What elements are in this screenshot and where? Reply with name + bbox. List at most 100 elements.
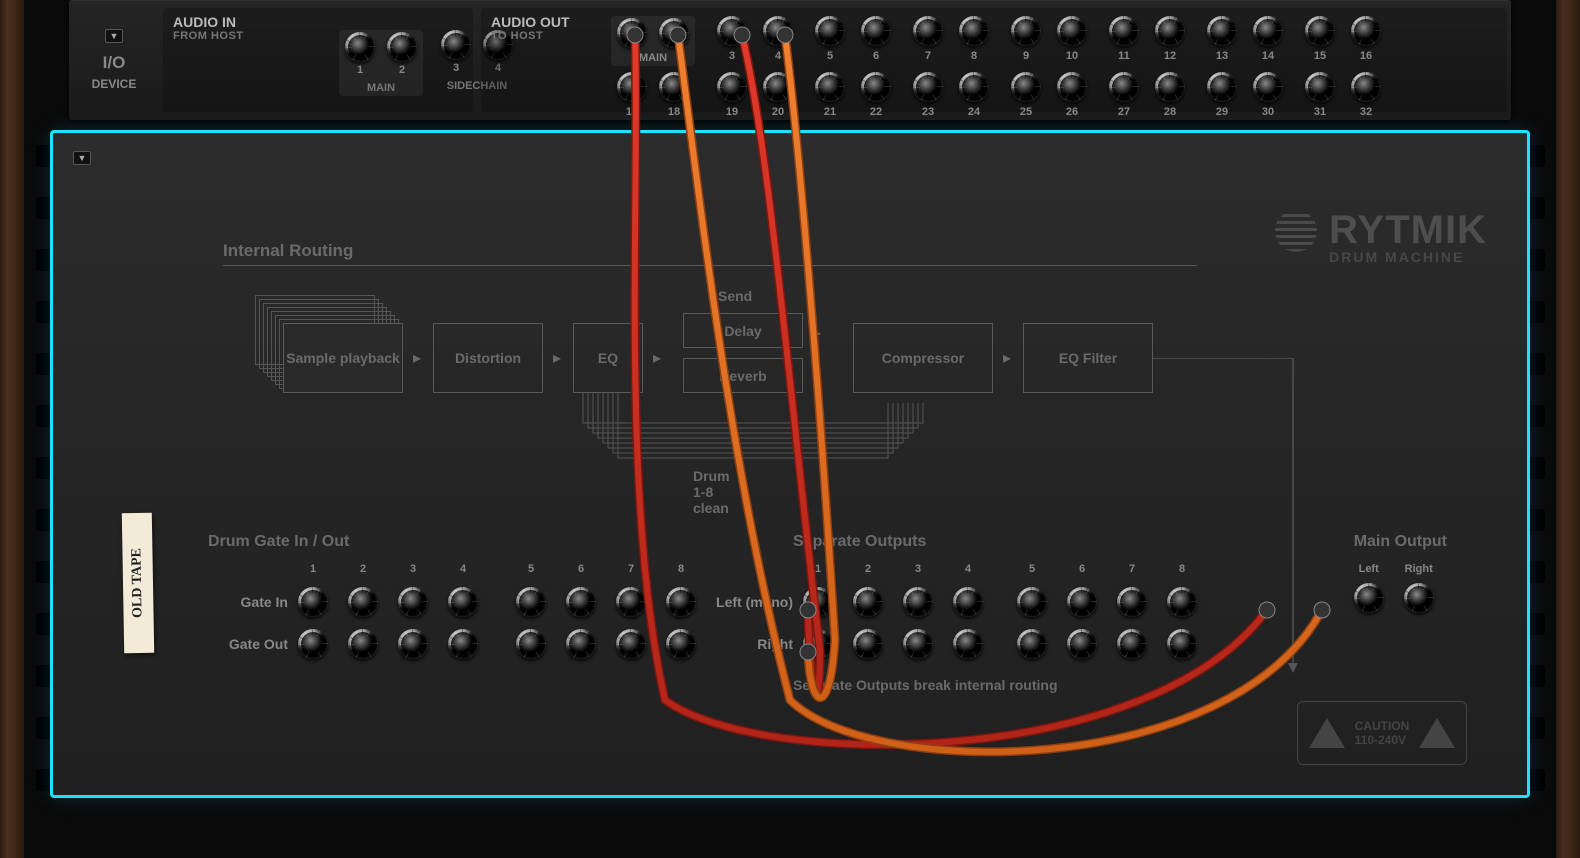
block-distortion: Distortion	[433, 323, 543, 393]
audio-out-jack-9[interactable]	[1011, 16, 1041, 46]
audio-out-jack-22[interactable]	[861, 72, 891, 102]
main-out-left-jack[interactable]	[1354, 583, 1384, 613]
gate-in-2[interactable]	[348, 587, 378, 617]
rytmik-fold-button[interactable]: ▼	[73, 151, 91, 165]
gate-out-4[interactable]	[448, 629, 478, 659]
sep-right-2[interactable]	[853, 629, 883, 659]
audio-out-jack-3[interactable]	[717, 16, 747, 46]
gate-in-3[interactable]	[398, 587, 428, 617]
audio-out-jack-17[interactable]	[617, 72, 647, 102]
audio-out-jack-2[interactable]	[659, 18, 689, 48]
io-line2: DEVICE	[92, 77, 137, 91]
audio-in-title: AUDIO IN	[173, 14, 463, 30]
sep-right-3[interactable]	[903, 629, 933, 659]
audio-out-jack-5[interactable]	[815, 16, 845, 46]
audio-out-jack-28[interactable]	[1155, 72, 1185, 102]
block-sample: Sample playback	[283, 323, 403, 393]
audio-out-jack-11[interactable]	[1109, 16, 1139, 46]
block-compressor: Compressor	[853, 323, 993, 393]
audio-out-jack-16[interactable]	[1351, 16, 1381, 46]
audio-out-jack-29[interactable]	[1207, 72, 1237, 102]
audio-out-jack-31[interactable]	[1305, 72, 1335, 102]
audio-in-jack-2[interactable]	[387, 32, 417, 62]
audio-out-jack-13[interactable]	[1207, 16, 1237, 46]
io-fold-button[interactable]: ▼	[105, 29, 123, 43]
sep-right-label: Right	[693, 636, 793, 652]
rytmik-device[interactable]: ▼ OLD TAPE RYTMIK DRUM MACHINE Internal …	[50, 130, 1530, 798]
audio-out-jack-10[interactable]	[1057, 16, 1087, 46]
sep-right-8[interactable]	[1167, 629, 1197, 659]
audio-out-jack-26[interactable]	[1057, 72, 1087, 102]
audio-out-jack-15[interactable]	[1305, 16, 1335, 46]
audio-in-section: AUDIO IN FROM HOST 1 2 MAIN 3 4 SIDECHAI…	[163, 8, 473, 112]
brand-name: RYTMIK	[1329, 208, 1487, 253]
audio-in-num-3: 3	[453, 62, 459, 74]
gate-out-5[interactable]	[516, 629, 546, 659]
gate-in-8[interactable]	[666, 587, 696, 617]
wood-rail-right	[1556, 0, 1580, 858]
tape-label[interactable]: OLD TAPE	[122, 513, 154, 654]
audio-out-jack-32[interactable]	[1351, 72, 1381, 102]
sep-left-5[interactable]	[1017, 587, 1047, 617]
io-line1: I/O	[103, 53, 126, 73]
sep-right-5[interactable]	[1017, 629, 1047, 659]
audio-out-jack-21[interactable]	[815, 72, 845, 102]
block-eq: EQ	[573, 323, 643, 393]
audio-out-jack-19[interactable]	[717, 72, 747, 102]
block-eqfilter: EQ Filter	[1023, 323, 1153, 393]
audio-out-jack-8[interactable]	[959, 16, 989, 46]
io-device-panel: ▼ I/O DEVICE AUDIO IN FROM HOST 1 2 MAIN…	[69, 0, 1511, 120]
audio-out-jack-7[interactable]	[913, 16, 943, 46]
sep-left-4[interactable]	[953, 587, 983, 617]
gate-out-1[interactable]	[298, 629, 328, 659]
gate-out-label: Gate Out	[208, 636, 288, 652]
audio-in-num-2: 2	[399, 64, 405, 76]
gate-in-5[interactable]	[516, 587, 546, 617]
sep-left-2[interactable]	[853, 587, 883, 617]
gate-in-1[interactable]	[298, 587, 328, 617]
audio-out-jack-25[interactable]	[1011, 72, 1041, 102]
gate-in-6[interactable]	[566, 587, 596, 617]
audio-out-jack-12[interactable]	[1155, 16, 1185, 46]
sep-left-3[interactable]	[903, 587, 933, 617]
sep-left-7[interactable]	[1117, 587, 1147, 617]
audio-in-jack-1[interactable]	[345, 32, 375, 62]
audio-out-jack-6[interactable]	[861, 16, 891, 46]
sep-right-6[interactable]	[1067, 629, 1097, 659]
sep-left-6[interactable]	[1067, 587, 1097, 617]
audio-in-jack-3[interactable]	[441, 30, 471, 60]
audio-out-jack-14[interactable]	[1253, 16, 1283, 46]
caution-label: CAUTION 110-240V	[1297, 701, 1467, 765]
gate-in-label: Gate In	[208, 594, 288, 610]
audio-out-jack-1[interactable]	[617, 18, 647, 48]
main-out-title: Main Output	[1354, 533, 1447, 551]
gate-out-2[interactable]	[348, 629, 378, 659]
gate-out-3[interactable]	[398, 629, 428, 659]
main-out-right-jack[interactable]	[1404, 583, 1434, 613]
audio-out-jack-24[interactable]	[959, 72, 989, 102]
audio-out-jack-4[interactable]	[763, 16, 793, 46]
gate-out-8[interactable]	[666, 629, 696, 659]
gate-section: Drum Gate In / Out 1 2 3 4 5 6 7 8 Gate …	[208, 533, 706, 659]
main-out-right-label: Right	[1405, 563, 1433, 575]
audio-out-jack-20[interactable]	[763, 72, 793, 102]
block-delay: Delay	[683, 313, 803, 348]
sep-right-7[interactable]	[1117, 629, 1147, 659]
gate-out-7[interactable]	[616, 629, 646, 659]
clean-lines	[573, 393, 933, 483]
sep-note: Separate Outputs break internal routing	[793, 677, 1207, 693]
gate-in-4[interactable]	[448, 587, 478, 617]
sep-left-1[interactable]	[803, 587, 833, 617]
audio-out-jack-18[interactable]	[659, 72, 689, 102]
routing-underline	[223, 265, 1197, 266]
audio-out-jack-30[interactable]	[1253, 72, 1283, 102]
audio-out-jack-23[interactable]	[913, 72, 943, 102]
sep-right-4[interactable]	[953, 629, 983, 659]
audio-out-jack-27[interactable]	[1109, 72, 1139, 102]
sep-right-1[interactable]	[803, 629, 833, 659]
sep-left-8[interactable]	[1167, 587, 1197, 617]
gate-out-6[interactable]	[566, 629, 596, 659]
caution-triangle-icon	[1309, 718, 1345, 748]
gate-in-7[interactable]	[616, 587, 646, 617]
brand-logo-icon	[1275, 210, 1317, 252]
